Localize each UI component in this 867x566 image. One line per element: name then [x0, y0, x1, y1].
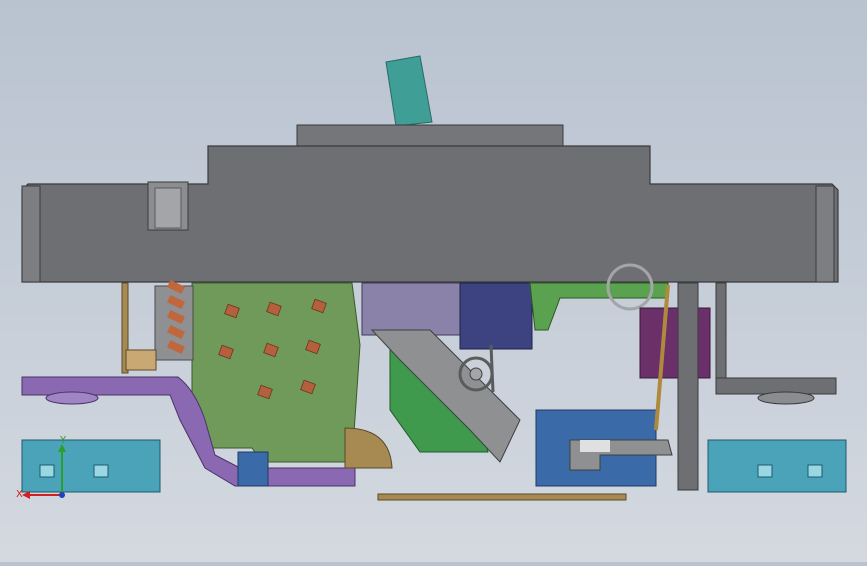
coil-stack[interactable] — [154, 279, 194, 361]
right-bracket[interactable] — [715, 377, 837, 395]
axis-x-label: X — [16, 489, 23, 500]
toggle-lever[interactable] — [385, 55, 433, 127]
lavender-block[interactable] — [361, 282, 461, 336]
tan-bracket — [125, 349, 157, 371]
plum-block[interactable] — [639, 307, 711, 379]
main-housing[interactable] — [21, 145, 839, 283]
housing-edge-right — [815, 185, 835, 283]
small-blue-block[interactable] — [237, 451, 269, 487]
housing-edge-left — [21, 185, 41, 283]
tan-arc[interactable] — [344, 427, 393, 469]
right-pivot — [757, 391, 815, 405]
purple-pivot — [45, 391, 99, 405]
cad-viewport[interactable]: Y X — [0, 0, 867, 562]
navy-block[interactable] — [459, 282, 533, 350]
bottom-rail[interactable] — [377, 493, 627, 501]
right-bracket-vert — [715, 282, 727, 379]
axis-y-label: Y — [59, 435, 67, 446]
teal-block-right[interactable] — [707, 439, 847, 493]
assembly-drawing: Y X — [16, 55, 847, 501]
housing-boss-inner — [154, 187, 182, 229]
hook-highlight — [580, 440, 610, 452]
teal-block-left[interactable] — [21, 439, 161, 493]
spring-arm — [489, 344, 495, 393]
grey-column — [677, 282, 699, 491]
spring-center — [469, 367, 483, 381]
